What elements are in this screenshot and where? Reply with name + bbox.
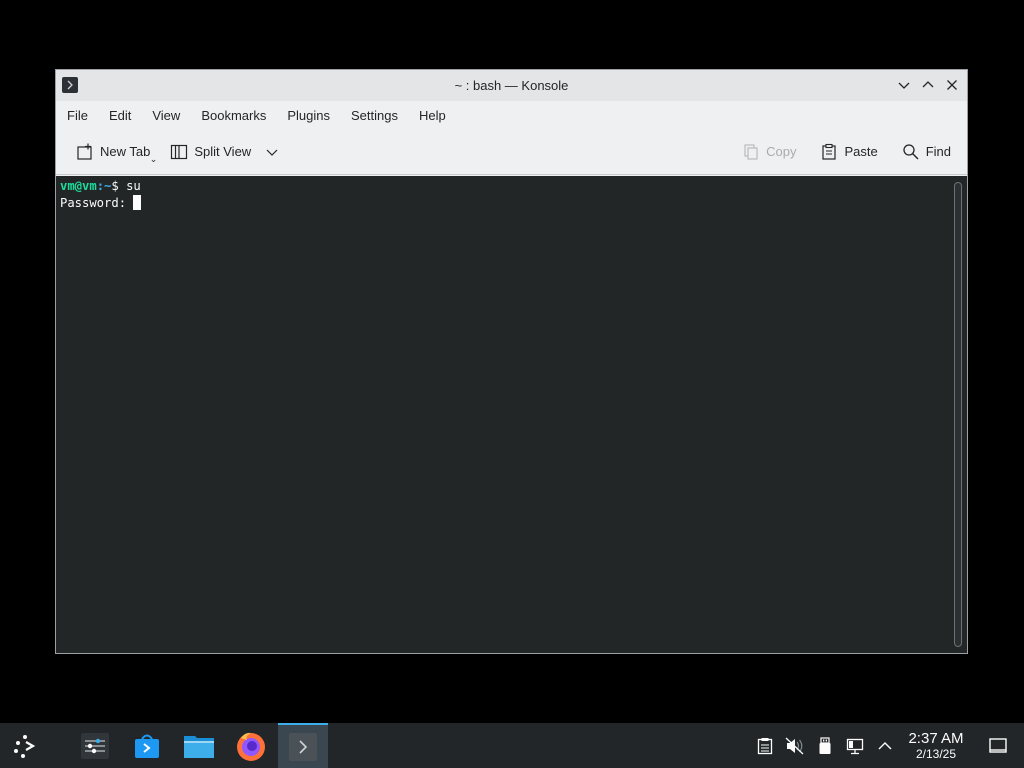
menu-bookmarks[interactable]: Bookmarks <box>196 104 276 127</box>
prompt-symbol: $ <box>111 179 127 193</box>
close-icon <box>947 80 957 90</box>
terminal-line-command: vm@vm:~$ su <box>60 178 963 195</box>
window-title: ~ : bash — Konsole <box>454 78 569 93</box>
usb-device-icon[interactable] <box>810 723 840 768</box>
system-settings-icon <box>81 732 109 759</box>
terminal-command: su <box>126 179 141 193</box>
terminal-cursor <box>133 195 142 210</box>
konsole-app-icon[interactable] <box>62 77 78 93</box>
taskbar: 2:37 AM 2/13/25 <box>0 723 1024 768</box>
find-label: Find <box>925 144 951 159</box>
taskbar-discover[interactable] <box>122 723 172 768</box>
new-tab-button[interactable]: New Tab ⌄ <box>70 139 158 165</box>
prompt-user: vm@vm <box>60 179 97 193</box>
chevron-up-icon <box>922 81 934 88</box>
system-tray: 2:37 AM 2/13/25 <box>750 723 1024 768</box>
find-button[interactable]: Find <box>896 139 957 165</box>
konsole-icon <box>289 732 317 761</box>
new-tab-icon <box>76 143 94 161</box>
split-view-icon <box>170 143 188 161</box>
paste-label: Paste <box>844 144 878 159</box>
split-view-button[interactable]: Split View <box>164 139 287 165</box>
password-prompt: Password: <box>60 196 134 210</box>
desktop: ~ : bash — Konsole File Edit View Bookma… <box>0 0 1024 768</box>
minimize-button[interactable] <box>895 76 913 94</box>
copy-icon <box>742 143 760 161</box>
file-manager-icon <box>184 735 214 758</box>
paste-icon <box>820 143 838 161</box>
network-icon[interactable] <box>840 723 870 768</box>
menu-file[interactable]: File <box>62 104 98 127</box>
taskbar-firefox[interactable] <box>226 723 276 768</box>
copy-label: Copy <box>766 144 797 159</box>
konsole-window: ~ : bash — Konsole File Edit View Bookma… <box>55 69 968 654</box>
split-view-label: Split View <box>194 144 252 159</box>
digital-clock[interactable]: 2:37 AM 2/13/25 <box>900 729 972 761</box>
terminal-view[interactable]: vm@vm:~$ su Password: <box>56 176 967 653</box>
menu-settings[interactable]: Settings <box>346 104 408 127</box>
menu-view[interactable]: View <box>147 104 190 127</box>
titlebar[interactable]: ~ : bash — Konsole <box>56 70 967 101</box>
volume-muted-icon[interactable] <box>780 723 810 768</box>
menu-plugins[interactable]: Plugins <box>282 104 340 127</box>
toolbar: New Tab ⌄ Split View Copy Paste Find <box>56 129 967 175</box>
clock-date: 2/13/25 <box>915 746 957 761</box>
app-launcher-icon <box>14 734 36 758</box>
menubar: File Edit View Bookmarks Plugins Setting… <box>56 101 967 129</box>
search-icon <box>902 143 920 161</box>
maximize-button[interactable] <box>919 76 937 94</box>
terminal-scrollbar[interactable] <box>954 182 962 647</box>
taskbar-system-settings[interactable] <box>70 723 120 768</box>
prompt-path: :~ <box>96 179 112 193</box>
chevron-down-icon[interactable] <box>263 143 281 161</box>
discover-store-icon <box>135 734 159 758</box>
firefox-icon <box>237 732 265 761</box>
new-tab-label: New Tab <box>100 144 151 159</box>
taskbar-konsole[interactable] <box>278 723 328 768</box>
new-tab-dropdown-icon: ⌄ <box>149 153 158 164</box>
copy-button[interactable]: Copy <box>736 139 802 165</box>
app-launcher-button[interactable] <box>0 723 50 768</box>
close-button[interactable] <box>943 76 961 94</box>
menu-help[interactable]: Help <box>414 104 456 127</box>
clipboard-icon[interactable] <box>750 723 780 768</box>
expand-tray-icon[interactable] <box>870 723 900 768</box>
taskbar-file-manager[interactable] <box>174 723 224 768</box>
show-desktop-icon[interactable] <box>972 723 1024 768</box>
menu-edit[interactable]: Edit <box>104 104 141 127</box>
clock-time: 2:37 AM <box>908 729 964 747</box>
paste-button[interactable]: Paste <box>814 139 883 165</box>
terminal-line-password: Password: <box>60 195 963 212</box>
chevron-down-icon <box>898 82 910 89</box>
